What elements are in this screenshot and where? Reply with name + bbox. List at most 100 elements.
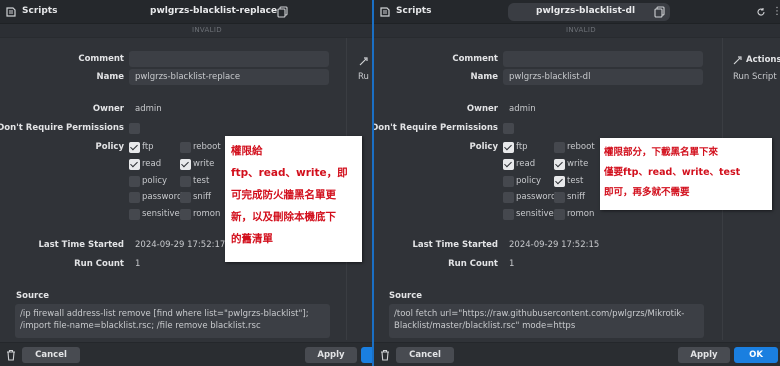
policy-checkbox-write[interactable]	[554, 159, 565, 170]
ok-button-partial[interactable]	[361, 347, 372, 363]
policy-checkbox-reboot[interactable]	[180, 142, 191, 153]
policy-label-write: write	[567, 159, 589, 169]
policy-label-test: test	[567, 176, 584, 186]
apply-button[interactable]: Apply	[678, 347, 730, 363]
trash-icon[interactable]	[380, 349, 390, 361]
copy-icon[interactable]	[277, 6, 288, 18]
policy-label-sensitive: sensitive	[516, 209, 554, 219]
note-line: ftp、read、write，即	[231, 167, 348, 179]
policy-label-policy: policy	[516, 176, 542, 186]
more-icon[interactable]: ⋮	[772, 6, 780, 17]
policy-label-sensitive: sensitive	[142, 209, 180, 219]
run-count-label: Run Count	[74, 259, 124, 269]
comment-label: Comment	[78, 54, 124, 64]
policy-checkbox-romon[interactable]	[180, 209, 191, 220]
script-window-right: Scripts pwlgrzs-blacklist-dl ⋮ INVALID C…	[374, 0, 780, 366]
policy-checkbox-policy[interactable]	[129, 176, 140, 187]
policy-label-password: password	[516, 192, 557, 202]
run-script-partial[interactable]: Ru	[358, 72, 369, 82]
owner-label: Owner	[92, 104, 124, 114]
policy-checkbox-write[interactable]	[180, 159, 191, 170]
policy-label-romon: romon	[193, 209, 221, 219]
trash-icon[interactable]	[6, 349, 16, 361]
last-time-started-label: Last Time Started	[412, 240, 498, 250]
policy-checkbox-reboot[interactable]	[554, 142, 565, 153]
last-time-started-label: Last Time Started	[38, 240, 124, 250]
source-editor[interactable]: /ip firewall address-list remove [find w…	[15, 304, 330, 338]
run-count-value: 1	[135, 259, 141, 269]
status-bar: INVALID	[0, 24, 372, 38]
policy-label-write: write	[193, 159, 215, 169]
actions-title: Actions	[746, 55, 780, 65]
window-title: pwlgrzs-blacklist-dl	[536, 6, 636, 16]
owner-label: Owner	[466, 104, 498, 114]
policy-label-read: read	[142, 159, 162, 169]
note-line: 僅要ftp、read、write、test	[604, 167, 741, 178]
policy-checkbox-sensitive[interactable]	[129, 209, 140, 220]
status-text: INVALID	[192, 26, 222, 34]
policy-label-test: test	[193, 176, 210, 186]
dont-require-permissions-checkbox[interactable]	[129, 123, 140, 134]
ok-button[interactable]: OK	[734, 347, 778, 363]
comment-field[interactable]	[503, 51, 703, 67]
note-line: 即可，再多就不需要	[604, 187, 690, 198]
policy-checkbox-sniff[interactable]	[180, 192, 191, 203]
note-line: 的舊清單	[231, 233, 273, 245]
bottom-bar: Cancel Apply	[0, 342, 372, 366]
apply-button[interactable]: Apply	[305, 347, 357, 363]
note-line: 可完成防火牆黑名單更	[231, 189, 336, 201]
cancel-button[interactable]: Cancel	[22, 347, 80, 363]
annotation-note-left: 權限給 ftp、read、write，即 可完成防火牆黑名單更 新，以及刪除本機…	[225, 136, 362, 262]
app-name: Scripts	[396, 6, 432, 16]
policy-label-sniff: sniff	[193, 192, 212, 202]
cancel-button[interactable]: Cancel	[396, 347, 454, 363]
status-bar: INVALID	[374, 24, 780, 38]
policy-label-read: read	[516, 159, 536, 169]
policy-checkbox-ftp[interactable]	[129, 142, 140, 153]
name-label: Name	[96, 72, 124, 82]
last-time-started-value: 2024-09-29 17:52:15	[509, 240, 600, 250]
source-editor[interactable]: /tool fetch url="https://raw.githubuserc…	[389, 304, 704, 338]
policy-checkbox-test[interactable]	[180, 176, 191, 187]
bottom-bar: Cancel Apply OK	[374, 342, 780, 366]
policy-checkbox-sensitive[interactable]	[503, 209, 514, 220]
policy-checkbox-policy[interactable]	[503, 176, 514, 187]
policy-label-reboot: reboot	[567, 142, 595, 152]
script-window-left: Scripts pwlgrzs-blacklist-replace INVALI…	[0, 0, 372, 366]
note-line: 權限給	[231, 145, 263, 157]
policy-checkbox-password[interactable]	[129, 192, 140, 203]
policy-checkbox-read[interactable]	[129, 159, 140, 170]
app-name: Scripts	[22, 6, 58, 16]
annotation-note-right: 權限部分，下載黑名單下來 僅要ftp、read、write、test 即可，再多…	[600, 138, 772, 210]
comment-label: Comment	[452, 54, 498, 64]
policy-label-password: password	[142, 192, 183, 202]
dont-require-permissions-label: Don't Require Permissions	[0, 123, 124, 133]
owner-value: admin	[135, 104, 162, 114]
name-field[interactable]: pwlgrzs-blacklist-replace	[129, 69, 329, 85]
policy-checkbox-romon[interactable]	[554, 209, 565, 220]
note-line: 新，以及刪除本機底下	[231, 211, 336, 223]
policy-checkbox-read[interactable]	[503, 159, 514, 170]
run-icon	[359, 57, 368, 66]
last-time-started-value: 2024-09-29 17:52:17	[135, 240, 226, 250]
copy-icon[interactable]	[654, 6, 665, 18]
name-field[interactable]: pwlgrzs-blacklist-dl	[503, 69, 703, 85]
policy-checkbox-password[interactable]	[503, 192, 514, 203]
source-label: Source	[389, 291, 423, 301]
status-text: INVALID	[566, 26, 596, 34]
run-count-value: 1	[509, 259, 515, 269]
run-count-label: Run Count	[448, 259, 498, 269]
dont-require-permissions-checkbox[interactable]	[503, 123, 514, 134]
policy-checkbox-ftp[interactable]	[503, 142, 514, 153]
policy-label-ftp: ftp	[142, 142, 154, 152]
run-script-button[interactable]: Run Script	[733, 72, 777, 82]
policy-checkbox-sniff[interactable]	[554, 192, 565, 203]
run-icon	[733, 56, 742, 65]
policy-checkbox-test[interactable]	[554, 176, 565, 187]
policy-label-policy: policy	[142, 176, 168, 186]
policy-label: Policy	[469, 142, 498, 152]
policy-label-ftp: ftp	[516, 142, 528, 152]
comment-field[interactable]	[129, 51, 329, 67]
refresh-icon[interactable]	[756, 7, 766, 17]
policy-label-romon: romon	[567, 209, 595, 219]
